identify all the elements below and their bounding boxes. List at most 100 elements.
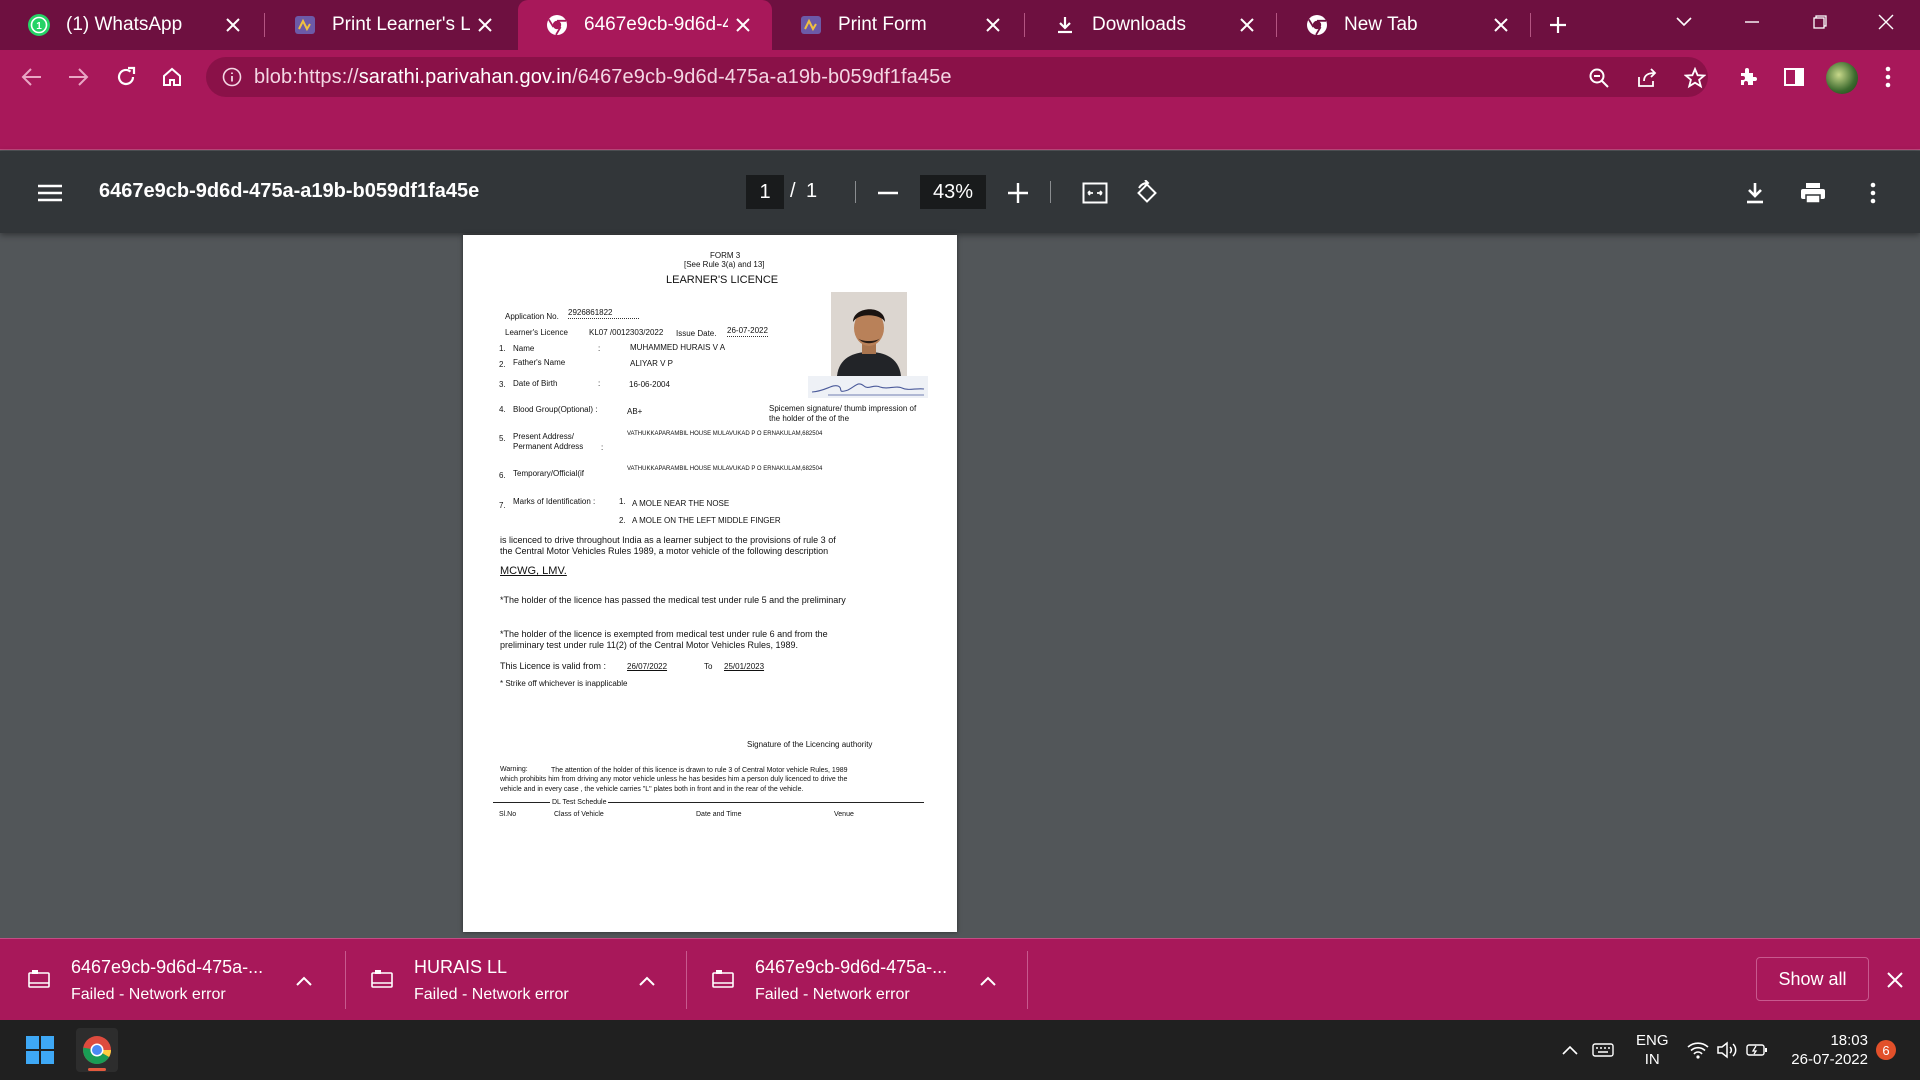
close-tab-icon[interactable] [470,10,500,40]
bookmark-star-icon[interactable] [1682,65,1708,91]
page-number-input[interactable]: 1 [746,175,784,209]
tab-new-tab[interactable]: New Tab [1278,0,1530,50]
field-label: Name [513,344,535,353]
restore-icon[interactable] [1790,0,1850,44]
tab-separator [1024,13,1025,37]
medical-test-note: *The holder of the licence has passed th… [500,595,846,605]
schedule-column-header: Sl.No [499,811,517,818]
share-icon[interactable] [1634,65,1660,91]
new-tab-button[interactable] [1540,7,1576,43]
field-label: Marks of Identification : [513,497,596,506]
tab-title: New Tab [1344,14,1418,35]
tab-print-learners-licence[interactable]: Print Learner's Licence [266,0,514,50]
side-panel-icon[interactable] [1774,58,1814,96]
mark-number: 1. [619,497,626,506]
application-number: 2926861822 [568,308,639,319]
zoom-in-icon[interactable] [1000,175,1036,211]
tab-downloads[interactable]: Downloads [1026,0,1276,50]
vehicle-class: MCWG, LMV. [500,565,567,577]
windows-start-icon[interactable] [24,1034,56,1066]
chrome-menu-icon[interactable] [1868,58,1908,96]
close-tab-icon[interactable] [978,10,1008,40]
download-filename: 6467e9cb-9d6d-475a-... [755,957,948,977]
print-icon[interactable] [1795,175,1831,211]
field-number: 4. [499,405,506,414]
valid-from-date: 26/07/2022 [627,662,668,671]
extensions-icon[interactable] [1728,58,1768,96]
input-language[interactable]: ENG IN [1636,1031,1669,1069]
field-number: 6. [499,471,506,480]
tab-strip: 1 (1) WhatsApp Print Learner's Licence 6… [0,0,1920,50]
tab-print-form[interactable]: Print Form [772,0,1022,50]
licence-number: KL07 /0012303/2022 [589,328,664,337]
rotate-icon[interactable] [1129,175,1165,211]
notification-badge[interactable]: 6 [1876,1040,1896,1060]
close-download-shelf-icon[interactable] [1880,965,1910,995]
show-all-button[interactable]: Show all [1756,957,1869,1001]
warning-label: Warning: [500,766,528,773]
tab-search-chevron-icon[interactable] [1654,0,1714,44]
close-tab-icon[interactable] [1232,10,1262,40]
close-tab-icon[interactable] [728,10,758,40]
warning-text: which prohibits him from driving any mot… [500,776,848,783]
download-item[interactable]: 6467e9cb-9d6d-475a-... Failed - Network … [684,939,1024,1021]
failed-file-icon [371,970,393,988]
zoom-level-input[interactable]: 43% [920,175,986,209]
close-window-icon[interactable] [1856,0,1916,44]
download-item[interactable]: 6467e9cb-9d6d-475a-... Failed - Network … [0,939,340,1021]
tab-title: Downloads [1092,14,1186,35]
clock-date: 26-07-2022 [1791,1051,1868,1068]
zoom-icon[interactable] [1586,65,1612,91]
chevron-up-icon[interactable] [635,969,659,993]
chevron-up-icon[interactable] [292,969,316,993]
taskbar-chrome-app[interactable] [76,1028,118,1072]
download-pdf-icon[interactable] [1737,175,1773,211]
tab-title: (1) WhatsApp [66,14,183,35]
url-text: blob:https://sarathi.parivahan.gov.in/64… [254,66,952,88]
schedule-column-header: Date and Time [696,811,742,818]
battery-icon[interactable] [1744,1038,1770,1062]
fit-to-page-icon[interactable] [1077,175,1113,211]
warning-text: vehicle and in every case , the vehicle … [500,786,804,793]
close-tab-icon[interactable] [218,10,248,40]
pdf-more-options-icon[interactable] [1855,175,1891,211]
tray-chevron-up-icon[interactable] [1558,1038,1582,1062]
volume-icon[interactable] [1714,1038,1740,1062]
pdf-page: FORM 3 [See Rule 3(a) and 13] LEARNER'S … [463,235,957,932]
sidebar-menu-icon[interactable] [32,175,68,211]
schedule-column-header: Class of Vehicle [554,811,604,818]
zoom-out-icon[interactable] [870,175,906,211]
reload-icon[interactable] [106,58,146,96]
tab-title: 6467e9cb-9d6d-475a [584,14,728,35]
clock[interactable]: 18:03 26-07-2022 [1786,1031,1868,1069]
wifi-icon[interactable] [1685,1038,1711,1062]
tab-whatsapp[interactable]: 1 (1) WhatsApp [0,0,262,50]
warning-text: The attention of the holder of this lice… [551,767,848,774]
download-item[interactable]: HURAIS LL Failed - Network error [343,939,683,1021]
profile-avatar[interactable] [1826,62,1858,94]
close-tab-icon[interactable] [1486,10,1516,40]
page-separator: / [790,180,796,202]
chevron-up-icon[interactable] [976,969,1000,993]
exemption-note: preliminary test under rule 11(2) of the… [500,640,798,650]
site-info-icon[interactable] [220,65,244,89]
field-number: 1. [499,344,506,353]
authority-signature-label: Signature of the Licencing authority [747,740,873,749]
keyboard-icon[interactable] [1590,1038,1616,1062]
present-address: VATHUKKAPARAMBIL HOUSE MULAVUKAD P O ERN… [627,431,823,437]
schedule-title: DL Test Schedule [550,798,609,808]
back-icon[interactable] [12,58,52,96]
address-bar[interactable]: blob:https://sarathi.parivahan.gov.in/64… [206,57,1708,97]
holder-signature-image [808,376,928,398]
minimize-icon[interactable] [1722,0,1782,44]
validity-label: This Licence is valid from : [500,661,607,671]
forward-icon[interactable] [58,58,98,96]
temporary-address: VATHUKKAPARAMBIL HOUSE MULAVUKAD P O ERN… [627,466,823,472]
tab-pdf-blob[interactable]: 6467e9cb-9d6d-475a [518,0,772,50]
blood-group: AB+ [627,407,643,416]
licence-statement: is licenced to drive throughout India as… [500,535,836,545]
field-label: Present Address/ [513,432,574,441]
home-icon[interactable] [152,58,192,96]
valid-to-date: 25/01/2023 [724,662,765,671]
father-name: ALIYAR V P [630,359,673,368]
